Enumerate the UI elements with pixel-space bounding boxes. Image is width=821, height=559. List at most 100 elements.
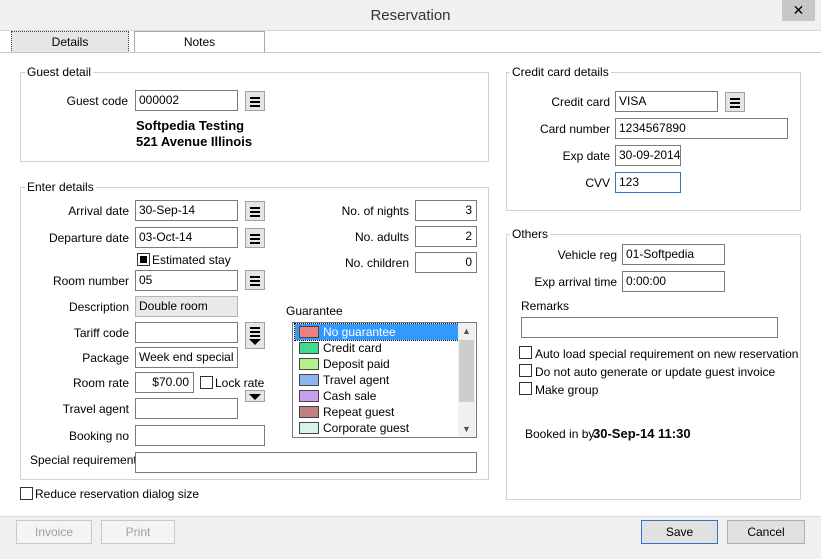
room-number-label: Room number	[52, 274, 129, 288]
special-requirements-field[interactable]	[135, 452, 477, 473]
room-lookup-button[interactable]	[245, 270, 265, 290]
invoice-button[interactable]: Invoice	[16, 520, 92, 544]
cvv-field[interactable]: 123	[615, 172, 681, 193]
others-label: Others	[510, 227, 551, 241]
cancel-button[interactable]: Cancel	[727, 520, 805, 544]
guarantee-option-label: Deposit paid	[323, 357, 390, 371]
estimated-stay-checkbox[interactable]	[137, 253, 150, 266]
tab-details[interactable]: Details	[11, 31, 129, 53]
adults-label: No. adults	[354, 230, 409, 244]
guarantee-color-swatch	[299, 326, 319, 338]
room-number-field[interactable]: 05	[135, 270, 238, 291]
departure-date-field[interactable]: 03-Oct-14	[135, 227, 238, 248]
remarks-field[interactable]	[521, 317, 778, 338]
guarantee-color-swatch	[299, 374, 319, 386]
booking-no-label: Booking no	[68, 429, 129, 443]
cvv-label: CVV	[585, 176, 610, 190]
travel-agent-label: Travel agent	[62, 402, 129, 416]
guarantee-option-label: No guarantee	[323, 325, 396, 339]
credit-card-details-label: Credit card details	[510, 65, 611, 79]
special-requirements-label: Special requirements	[30, 453, 143, 467]
tab-notes[interactable]: Notes	[134, 31, 265, 53]
nights-field[interactable]: 3	[415, 200, 477, 221]
departure-date-picker-button[interactable]	[245, 228, 265, 248]
make-group-checkbox[interactable]	[519, 382, 532, 395]
remarks-label: Remarks	[521, 299, 570, 313]
room-rate-field[interactable]: $70.00	[135, 372, 194, 393]
scroll-thumb[interactable]	[459, 340, 474, 402]
tariff-code-label: Tariff code	[73, 326, 129, 340]
exp-date-label: Exp date	[562, 149, 610, 163]
guarantee-color-swatch	[299, 342, 319, 354]
enter-details-label: Enter details	[25, 180, 96, 194]
guarantee-option-label: Repeat guest	[323, 405, 395, 419]
guarantee-option[interactable]: Deposit paid	[295, 356, 459, 372]
rate-dropdown-button[interactable]	[245, 390, 265, 402]
close-button[interactable]: ✕	[782, 0, 815, 21]
booking-no-field[interactable]	[135, 425, 265, 446]
guarantee-option-label: Corporate guest	[323, 421, 410, 435]
children-field[interactable]: 0	[415, 252, 477, 273]
guarantee-option[interactable]: Travel agent	[295, 372, 459, 388]
exp-arrival-time-field[interactable]: 0:00:00	[622, 271, 725, 292]
card-number-label: Card number	[539, 122, 610, 136]
no-invoice-label: Do not auto generate or update guest inv…	[535, 365, 776, 379]
guarantee-label: Guarantee	[286, 304, 343, 318]
guarantee-color-swatch	[299, 422, 319, 434]
credit-card-dropdown-button[interactable]	[725, 92, 745, 112]
save-button[interactable]: Save	[641, 520, 718, 544]
booked-in-by-value: 30-Sep-14 11:30	[593, 426, 691, 441]
description-label: Description	[68, 300, 129, 314]
guarantee-option-label: Credit card	[323, 341, 382, 355]
reduce-dialog-label: Reduce reservation dialog size	[35, 487, 200, 501]
scroll-down-icon[interactable]: ▼	[458, 421, 475, 437]
autoload-requirement-label: Auto load special requirement on new res…	[535, 347, 799, 361]
guest-code-lookup-button[interactable]	[245, 91, 265, 111]
guarantee-option[interactable]: Credit card	[295, 340, 459, 356]
arrival-date-label: Arrival date	[68, 204, 129, 218]
arrival-date-picker-button[interactable]	[245, 201, 265, 221]
description-field: Double room	[135, 296, 238, 317]
guarantee-option-label: Cash sale	[323, 389, 377, 403]
guest-detail-label: Guest detail	[25, 65, 94, 79]
travel-agent-field[interactable]	[135, 398, 238, 419]
guarantee-color-swatch	[299, 406, 319, 418]
nights-label: No. of nights	[341, 204, 409, 218]
guest-code-field[interactable]: 000002	[135, 90, 238, 111]
vehicle-reg-label: Vehicle reg	[557, 248, 617, 262]
scroll-up-icon[interactable]: ▲	[458, 323, 475, 339]
guarantee-list[interactable]: No guarantee Credit card Deposit paid Trave…	[292, 322, 477, 438]
package-field[interactable]: Week end special	[135, 347, 238, 368]
guarantee-option[interactable]: No guarantee	[294, 323, 460, 341]
card-number-field[interactable]: 1234567890	[615, 118, 788, 139]
guarantee-option[interactable]: Repeat guest	[295, 404, 459, 420]
exp-arrival-time-label: Exp arrival time	[534, 275, 617, 289]
guest-code-label: Guest code	[66, 94, 128, 108]
guarantee-option[interactable]: Corporate guest	[295, 420, 459, 436]
no-invoice-checkbox[interactable]	[519, 364, 532, 377]
estimated-stay-label: Estimated stay	[152, 253, 231, 267]
guarantee-color-swatch	[299, 358, 319, 370]
autoload-requirement-checkbox[interactable]	[519, 346, 532, 359]
guarantee-color-swatch	[299, 390, 319, 402]
make-group-label: Make group	[535, 383, 599, 397]
arrival-date-field[interactable]: 30-Sep-14	[135, 200, 238, 221]
booked-in-by-label: Booked in by	[525, 427, 595, 441]
window-title: Reservation	[370, 7, 451, 24]
reduce-dialog-checkbox[interactable]	[20, 487, 33, 500]
tariff-code-dropdown-button[interactable]	[245, 322, 265, 349]
vehicle-reg-field[interactable]: 01-Softpedia	[622, 244, 725, 265]
package-label: Package	[82, 351, 129, 365]
room-rate-label: Room rate	[72, 376, 129, 390]
print-button[interactable]: Print	[101, 520, 175, 544]
departure-date-label: Departure date	[48, 231, 129, 245]
adults-field[interactable]: 2	[415, 226, 477, 247]
credit-card-field[interactable]: VISA	[615, 91, 718, 112]
guarantee-option-label: Travel agent	[323, 373, 390, 387]
guest-detail-group	[20, 72, 489, 162]
tariff-code-field[interactable]	[135, 322, 238, 343]
lock-rate-label: Lock rate	[215, 376, 265, 390]
guarantee-option[interactable]: Cash sale	[295, 388, 459, 404]
exp-date-field[interactable]: 30-09-2014	[615, 145, 681, 166]
lock-rate-checkbox[interactable]	[200, 376, 213, 389]
